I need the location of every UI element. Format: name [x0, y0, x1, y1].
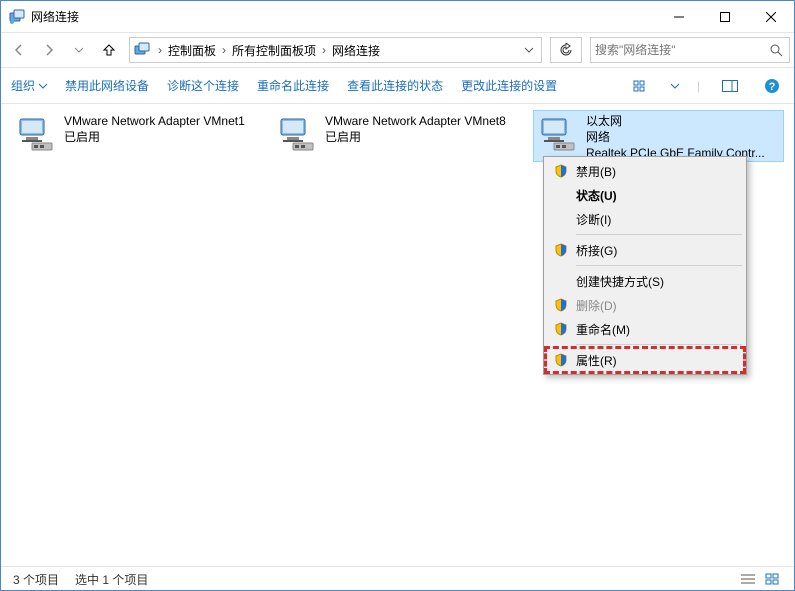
window-title: 网络连接 [31, 8, 656, 25]
adapter-status: 网络 [586, 129, 779, 145]
address-icon [130, 42, 154, 58]
close-button[interactable] [748, 1, 794, 32]
adapter-status: 已启用 [64, 129, 257, 145]
window-icon [9, 9, 25, 25]
context-menu: 禁用(B) 状态(U) 诊断(I) 桥接(G) 创建快捷方式(S) 删除(D) … [543, 156, 747, 375]
nav-bar: › 控制面板 › 所有控制面板项 › 网络连接 [1, 32, 794, 68]
up-button[interactable] [95, 36, 123, 64]
search-input[interactable] [591, 43, 763, 57]
network-adapter-icon [277, 113, 319, 157]
title-bar: 网络连接 [1, 1, 794, 32]
view-options-button[interactable] [629, 74, 653, 98]
svg-text:?: ? [769, 81, 776, 93]
adapter-vmnet1[interactable]: VMware Network Adapter VMnet1 已启用 [11, 110, 262, 162]
view-dropdown[interactable] [671, 82, 679, 90]
command-toolbar: 组织 禁用此网络设备 诊断这个连接 重命名此连接 查看此连接的状态 更改此连接的… [1, 68, 794, 104]
adapter-name: VMware Network Adapter VMnet1 [64, 113, 257, 129]
change-settings-button[interactable]: 更改此连接的设置 [461, 77, 557, 94]
selected-count: 选中 1 个项目 [75, 571, 148, 588]
address-dropdown[interactable] [517, 45, 541, 55]
content-area: VMware Network Adapter VMnet1 已启用 VMware… [1, 104, 794, 566]
search-icon[interactable] [763, 43, 789, 57]
breadcrumb-network-connections[interactable]: 网络连接 [330, 38, 382, 62]
menu-separator [576, 265, 742, 266]
ctx-bridge[interactable]: 桥接(G) [546, 238, 744, 262]
ctx-rename[interactable]: 重命名(M) [546, 317, 744, 341]
maximize-button[interactable] [702, 1, 748, 32]
item-count: 3 个项目 [13, 571, 59, 588]
back-button[interactable] [5, 36, 33, 64]
ctx-delete: 删除(D) [546, 293, 744, 317]
search-box[interactable] [590, 37, 790, 63]
shield-icon [550, 322, 572, 336]
network-adapter-icon [538, 113, 580, 157]
network-adapter-icon [16, 113, 58, 157]
adapter-vmnet8[interactable]: VMware Network Adapter VMnet8 已启用 [272, 110, 523, 162]
menu-separator [576, 234, 742, 235]
help-button[interactable]: ? [760, 74, 784, 98]
organize-menu[interactable]: 组织 [11, 77, 47, 94]
shield-icon [550, 243, 572, 257]
shield-icon [550, 164, 572, 178]
ctx-create-shortcut[interactable]: 创建快捷方式(S) [546, 269, 744, 293]
adapter-status: 已启用 [325, 129, 518, 145]
breadcrumb-sep: › [154, 43, 166, 57]
adapter-name: 以太网 [586, 113, 779, 129]
shield-icon [550, 298, 572, 312]
adapter-name: VMware Network Adapter VMnet8 [325, 113, 518, 129]
recent-button[interactable] [65, 36, 93, 64]
shield-icon [550, 353, 572, 367]
adapter-ethernet[interactable]: 以太网 网络 Realtek PCIe GbE Family Contr... [533, 110, 784, 162]
menu-separator [576, 344, 742, 345]
ctx-disable[interactable]: 禁用(B) [546, 159, 744, 183]
preview-pane-button[interactable] [718, 74, 742, 98]
disable-device-button[interactable]: 禁用此网络设备 [65, 77, 149, 94]
large-icons-view-button[interactable] [762, 571, 782, 587]
refresh-button[interactable] [550, 37, 582, 63]
breadcrumb-all-items[interactable]: 所有控制面板项 [230, 38, 318, 62]
rename-button[interactable]: 重命名此连接 [257, 77, 329, 94]
minimize-button[interactable] [656, 1, 702, 32]
ctx-status[interactable]: 状态(U) [546, 183, 744, 207]
forward-button[interactable] [35, 36, 63, 64]
view-status-button[interactable]: 查看此连接的状态 [347, 77, 443, 94]
diagnose-button[interactable]: 诊断这个连接 [167, 77, 239, 94]
details-view-button[interactable] [738, 571, 758, 587]
ctx-diagnose[interactable]: 诊断(I) [546, 207, 744, 231]
status-bar: 3 个项目 选中 1 个项目 [1, 566, 794, 591]
address-bar[interactable]: › 控制面板 › 所有控制面板项 › 网络连接 [129, 37, 542, 63]
ctx-properties[interactable]: 属性(R) [546, 348, 744, 372]
breadcrumb-control-panel[interactable]: 控制面板 [166, 38, 218, 62]
